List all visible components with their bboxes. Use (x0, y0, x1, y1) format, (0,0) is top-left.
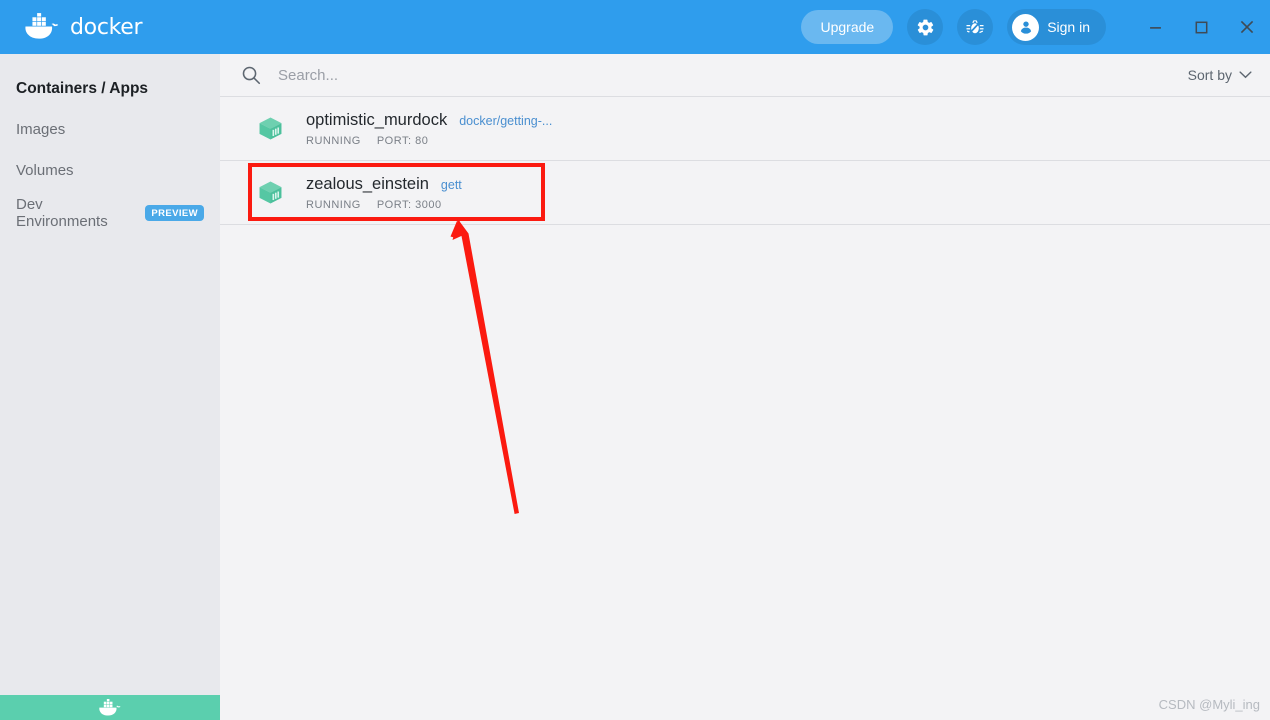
upgrade-button[interactable]: Upgrade (801, 10, 894, 44)
sidebar-item-dev-environments[interactable]: Dev Environments PREVIEW (0, 195, 220, 230)
gear-icon (917, 19, 933, 35)
search-input[interactable] (278, 60, 1188, 90)
container-cube-icon (259, 181, 281, 204)
container-info: zealous_einstein gett RUNNING PORT: 3000 (306, 175, 462, 211)
docker-whale-icon (99, 698, 121, 716)
close-icon (1240, 20, 1254, 34)
sidebar-item-volumes[interactable]: Volumes (0, 156, 220, 185)
maximize-icon (1195, 21, 1207, 33)
maximize-button[interactable] (1178, 0, 1224, 54)
container-info: optimistic_murdock docker/getting-... RU… (306, 111, 552, 147)
docker-desktop-window: docker Upgrade Sign in Containers / Apps… (0, 0, 1270, 720)
container-name: optimistic_murdock (306, 110, 448, 129)
troubleshoot-button[interactable] (957, 9, 994, 45)
watermark: CSDN @Myli_ing (1158, 697, 1260, 712)
sidebar: Containers / Apps Images Volumes Dev Env… (0, 54, 220, 695)
sign-in-label: Sign in (1047, 19, 1090, 35)
docker-status-bar[interactable] (0, 695, 220, 720)
chevron-down-icon (1239, 71, 1252, 79)
preview-badge: PREVIEW (145, 204, 204, 221)
sidebar-item-label: Containers / Apps (16, 79, 149, 97)
container-status: RUNNING (306, 198, 361, 211)
container-image-link[interactable]: gett (441, 178, 462, 192)
sort-by-label: Sort by (1187, 67, 1232, 83)
brand-label: docker (70, 14, 143, 40)
sidebar-item-images[interactable]: Images (0, 115, 220, 144)
container-icon-wrap (250, 179, 290, 206)
sort-by-dropdown[interactable]: Sort by (1188, 67, 1252, 83)
sign-in-button[interactable]: Sign in (1007, 9, 1106, 45)
search-toolbar: Sort by (220, 54, 1270, 97)
window-controls (1132, 0, 1270, 54)
container-port: PORT: 3000 (376, 198, 442, 211)
container-cube-icon (259, 117, 281, 140)
bug-icon (966, 19, 984, 34)
search-icon[interactable] (240, 64, 262, 86)
titlebar-actions: Upgrade Sign in (801, 0, 1270, 54)
user-avatar-icon (1012, 13, 1040, 41)
close-button[interactable] (1224, 0, 1270, 54)
minimize-icon (1149, 26, 1161, 29)
app-brand: docker (22, 13, 143, 41)
container-status: RUNNING (306, 134, 361, 147)
container-row[interactable]: optimistic_murdock docker/getting-... RU… (220, 97, 1270, 161)
sidebar-item-label: Volumes (16, 162, 74, 179)
minimize-button[interactable] (1132, 0, 1178, 54)
container-image-link[interactable]: docker/getting-... (459, 114, 552, 128)
sidebar-item-containers-apps[interactable]: Containers / Apps (0, 74, 220, 103)
container-port: PORT: 80 (376, 134, 429, 147)
container-row[interactable]: zealous_einstein gett RUNNING PORT: 3000 (220, 161, 1270, 225)
sidebar-item-label: Dev Environments (16, 195, 108, 230)
container-name: zealous_einstein (306, 174, 429, 193)
title-bar: docker Upgrade Sign in (0, 0, 1270, 54)
docker-whale-logo-icon (25, 13, 59, 39)
container-icon-wrap (250, 115, 290, 142)
main-content: Sort by (220, 54, 1270, 720)
sidebar-item-label: Images (16, 121, 66, 138)
settings-button[interactable] (907, 9, 944, 45)
